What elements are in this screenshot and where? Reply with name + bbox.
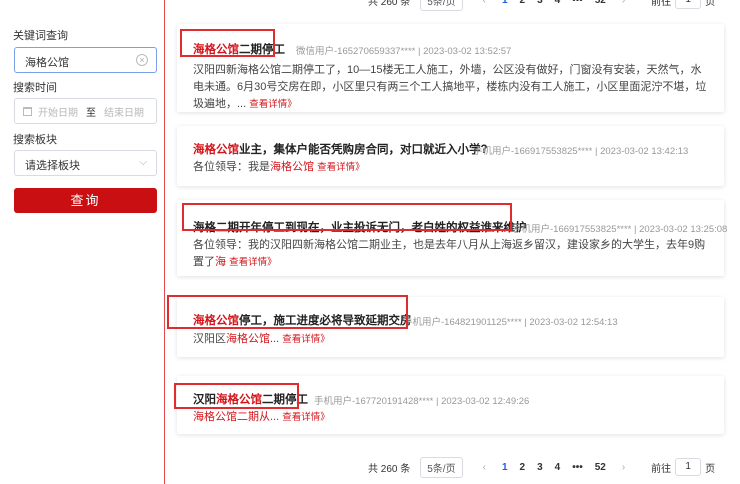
annotation-box bbox=[174, 383, 299, 409]
annotation-box bbox=[180, 29, 275, 57]
result-body: 各位领导：我是海格公馆 查看详情》 bbox=[193, 159, 708, 176]
time-label: 搜索时间 bbox=[13, 82, 57, 94]
panel-tabs bbox=[12, 0, 152, 6]
title-highlight: 海格公馆 bbox=[193, 144, 239, 156]
pagination-top: 共 260 条 5条/页 ‹ 1 2 3 4 ••• 52 › 前往 1 页 bbox=[368, 0, 716, 11]
view-details-link[interactable]: 查看详情》 bbox=[282, 334, 330, 345]
result-title[interactable]: 海格公馆业主，集体户能否凭购房合同，对口就近入小学? bbox=[193, 141, 488, 157]
query-button[interactable]: 查询 bbox=[14, 188, 157, 213]
body-highlight: 海格公馆 bbox=[270, 161, 314, 173]
end-date-placeholder[interactable]: 结束日期 bbox=[104, 104, 144, 119]
result-body: 汉阳区海格公馆... 查看详情》 bbox=[193, 331, 708, 348]
total-count: 共 260 条 bbox=[368, 0, 411, 8]
annotation-box bbox=[167, 295, 408, 329]
total-count: 共 260 条 bbox=[368, 463, 411, 475]
view-details-link[interactable]: 查看详情》 bbox=[282, 412, 330, 423]
result-body: 汉阳四新海格公馆二期停工了，10—15楼无工人施工，外墙，公区没有做好，门窗没有… bbox=[193, 62, 708, 113]
page-1[interactable]: 1 bbox=[502, 462, 508, 473]
keyword-label: 关键词查询 bbox=[13, 30, 68, 42]
body-highlight: 海 bbox=[215, 256, 226, 268]
panel-divider bbox=[164, 0, 165, 484]
page-ellipsis[interactable]: ••• bbox=[572, 462, 583, 473]
date-range-picker[interactable]: 开始日期 至 结束日期 bbox=[14, 98, 157, 124]
goto-input[interactable]: 1 bbox=[675, 0, 702, 9]
pagination-bottom: 共 260 条 5条/页 ‹ 1 2 3 4 ••• 52 › 前往 1 页 bbox=[368, 456, 716, 478]
search-results-page: 关键词查询 海格公馆 × 搜索时间 开始日期 至 结束日期 搜索板块 请选择板块… bbox=[0, 0, 740, 484]
body-highlight: 海格公馆 bbox=[226, 333, 270, 345]
page-2[interactable]: 2 bbox=[520, 0, 526, 6]
goto-label: 前往 bbox=[651, 463, 672, 475]
page-ellipsis[interactable]: ••• bbox=[572, 0, 583, 6]
page-size-select[interactable]: 5条/页 bbox=[420, 456, 463, 478]
board-label: 搜索板块 bbox=[13, 134, 57, 146]
body-highlight: 海格公馆 bbox=[193, 411, 237, 423]
page-52[interactable]: 52 bbox=[595, 0, 606, 6]
result-body: 各位领导：我的汉阳四新海格公馆二期业主，也是去年八月从上海返乡留汉，建设家乡的大… bbox=[193, 237, 708, 271]
goto-input[interactable]: 1 bbox=[675, 458, 702, 476]
view-details-link[interactable]: 查看详情》 bbox=[229, 257, 277, 268]
prev-page-icon[interactable]: ‹ bbox=[483, 462, 486, 473]
view-details-link[interactable]: 查看详情》 bbox=[249, 99, 297, 110]
keyword-value: 海格公馆 bbox=[25, 57, 69, 69]
prev-page-icon[interactable]: ‹ bbox=[483, 0, 486, 6]
board-placeholder: 请选择板块 bbox=[25, 160, 80, 172]
start-date-placeholder[interactable]: 开始日期 bbox=[38, 104, 78, 119]
body-text: 各位领导：我是 bbox=[193, 161, 270, 173]
page-2[interactable]: 2 bbox=[520, 462, 526, 473]
next-page-icon[interactable]: › bbox=[622, 0, 625, 6]
page-4[interactable]: 4 bbox=[555, 0, 561, 6]
next-page-icon[interactable]: › bbox=[622, 462, 625, 473]
goto-label: 前往 bbox=[651, 0, 672, 8]
page-3[interactable]: 3 bbox=[537, 462, 543, 473]
view-details-link[interactable]: 查看详情》 bbox=[317, 162, 365, 173]
result-meta: 手机用户-167720191428**** | 2023-03-02 12:49… bbox=[314, 396, 530, 407]
annotation-box bbox=[182, 203, 512, 231]
filter-panel: 关键词查询 海格公馆 × 搜索时间 开始日期 至 结束日期 搜索板块 请选择板块… bbox=[0, 0, 165, 484]
body-text: 汉阳区 bbox=[193, 333, 226, 345]
body-text-tail: 二期从... bbox=[237, 411, 280, 423]
board-select[interactable]: 请选择板块 ⌵ bbox=[14, 150, 157, 176]
page-3[interactable]: 3 bbox=[537, 0, 543, 6]
calendar-icon bbox=[23, 106, 32, 116]
page-4[interactable]: 4 bbox=[555, 462, 561, 473]
result-meta: 手机用户-166917553825**** | 2023-03-02 13:25… bbox=[512, 224, 728, 235]
chevron-down-icon: ⌵ bbox=[139, 157, 147, 168]
page-size-select[interactable]: 5条/页 bbox=[420, 0, 463, 11]
title-text: 业主，集体户能否凭购房合同，对口就近入小学? bbox=[239, 144, 488, 156]
keyword-input[interactable]: 海格公馆 × bbox=[14, 47, 157, 73]
page-unit: 页 bbox=[705, 463, 716, 475]
page-unit: 页 bbox=[705, 0, 716, 8]
page-52[interactable]: 52 bbox=[595, 462, 606, 473]
result-body: 海格公馆二期从... 查看详情》 bbox=[193, 409, 708, 426]
result-meta: 手机用户-164821901125**** | 2023-03-02 12:54… bbox=[403, 317, 618, 328]
result-meta: 手机用户-166917553825**** | 2023-03-02 13:42… bbox=[473, 146, 689, 157]
page-1[interactable]: 1 bbox=[502, 0, 508, 6]
result-card[interactable]: 海格公馆业主，集体户能否凭购房合同，对口就近入小学? 手机用户-16691755… bbox=[177, 126, 724, 186]
clear-icon[interactable]: × bbox=[136, 54, 148, 66]
result-meta: 微信用户-165270659337**** | 2023-03-02 13:52… bbox=[296, 46, 512, 57]
date-separator: 至 bbox=[86, 107, 96, 119]
body-text-tail: ... bbox=[270, 333, 280, 345]
